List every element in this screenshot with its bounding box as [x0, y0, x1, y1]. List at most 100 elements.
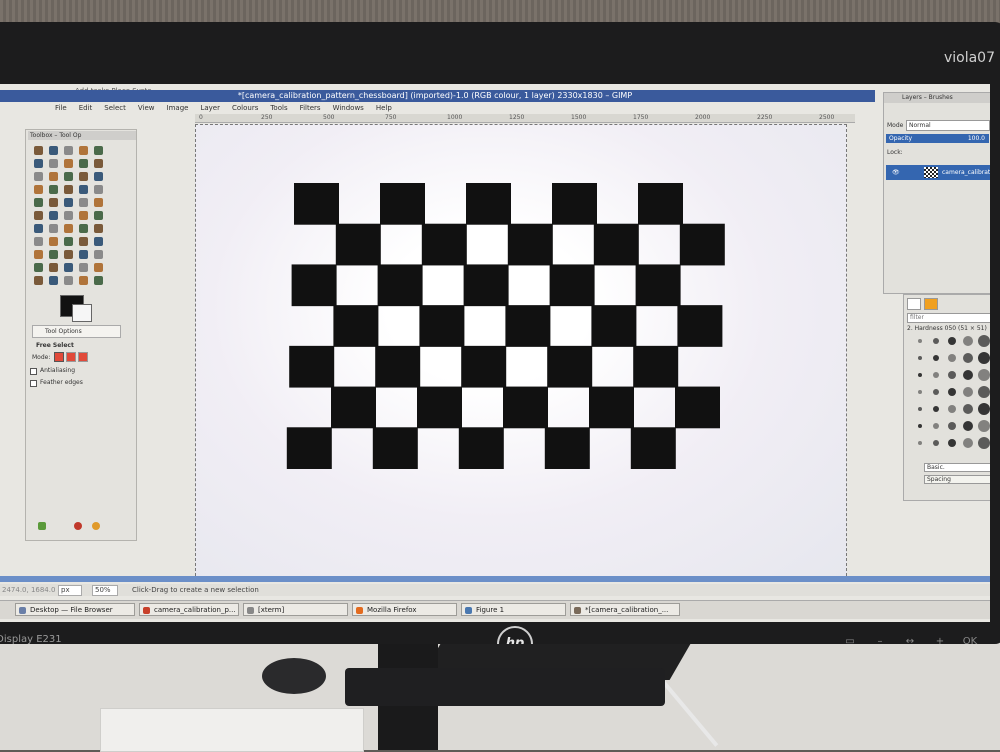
brush-swatch[interactable]	[948, 405, 956, 413]
unit-dropdown[interactable]: px	[58, 585, 82, 596]
tool-icon[interactable]	[79, 250, 88, 259]
tool-icon[interactable]	[34, 198, 43, 207]
brush-swatch[interactable]	[948, 354, 956, 362]
window-title-bar[interactable]: *[camera_calibration_pattern_chessboard]…	[0, 90, 875, 102]
tool-icon[interactable]	[79, 276, 88, 285]
zoom-dropdown[interactable]: 50%	[92, 585, 118, 596]
tool-icon[interactable]	[94, 224, 103, 233]
menu-item-file[interactable]: File	[55, 104, 67, 114]
save-options-icon[interactable]	[38, 522, 46, 530]
brush-swatch[interactable]	[978, 386, 990, 398]
monitor-button[interactable]: –	[870, 636, 890, 647]
brush-category-field[interactable]: Basic.	[924, 463, 990, 472]
tool-icon[interactable]	[79, 146, 88, 155]
patterns-tab-icon[interactable]	[924, 298, 938, 310]
tool-icon[interactable]	[34, 159, 43, 168]
tool-icon[interactable]	[49, 276, 58, 285]
monitor-button[interactable]: OK	[960, 636, 980, 647]
tool-icon[interactable]	[49, 172, 58, 181]
menu-item-view[interactable]: View	[138, 104, 155, 114]
tool-icon[interactable]	[34, 250, 43, 259]
brush-swatch[interactable]	[963, 387, 973, 397]
tool-icon[interactable]	[34, 146, 43, 155]
brush-swatch[interactable]	[918, 441, 922, 445]
brush-swatch[interactable]	[963, 404, 973, 414]
brush-swatch[interactable]	[963, 421, 973, 431]
tool-icon[interactable]	[79, 159, 88, 168]
brush-swatch[interactable]	[918, 407, 922, 411]
tool-icon[interactable]	[34, 237, 43, 246]
tool-icon[interactable]	[34, 172, 43, 181]
tool-icon[interactable]	[79, 211, 88, 220]
brush-swatch[interactable]	[978, 403, 990, 415]
tool-icon[interactable]	[49, 211, 58, 220]
tool-icon[interactable]	[49, 146, 58, 155]
tool-icon[interactable]	[94, 237, 103, 246]
brush-swatch[interactable]	[933, 423, 939, 429]
taskbar-item[interactable]: camera_calibration_p...	[139, 603, 239, 616]
brush-swatch[interactable]	[948, 371, 956, 379]
brush-swatch[interactable]	[948, 388, 956, 396]
taskbar-item[interactable]: *[camera_calibration_...	[570, 603, 680, 616]
replace-mode-icon[interactable]	[54, 352, 64, 362]
brush-swatch[interactable]	[978, 437, 990, 449]
tool-icon[interactable]	[49, 237, 58, 246]
tool-icon[interactable]	[79, 224, 88, 233]
selection-mode-buttons[interactable]	[54, 352, 94, 362]
tool-icon[interactable]	[94, 263, 103, 272]
brush-swatch[interactable]	[948, 337, 956, 345]
opacity-slider[interactable]: Opacity 100.0	[886, 134, 989, 143]
tool-icon[interactable]	[34, 263, 43, 272]
delete-options-icon[interactable]	[74, 522, 82, 530]
brush-swatch[interactable]	[918, 356, 922, 360]
tool-icon[interactable]	[64, 237, 73, 246]
tool-icon[interactable]	[49, 263, 58, 272]
tool-icon[interactable]	[79, 185, 88, 194]
brush-swatch[interactable]	[978, 335, 990, 347]
brush-swatch[interactable]	[963, 353, 973, 363]
tool-icon[interactable]	[94, 185, 103, 194]
brush-swatch[interactable]	[918, 373, 922, 377]
tool-icon[interactable]	[49, 198, 58, 207]
reset-options-icon[interactable]	[92, 522, 100, 530]
tool-icon[interactable]	[94, 159, 103, 168]
monitor-button[interactable]: ↔	[900, 636, 920, 647]
monitor-button[interactable]: ▭	[840, 636, 860, 647]
brush-swatch[interactable]	[933, 355, 939, 361]
tool-icon[interactable]	[34, 276, 43, 285]
tool-icon[interactable]	[94, 172, 103, 181]
tool-icon[interactable]	[64, 211, 73, 220]
taskbar-item[interactable]: Figure 1	[461, 603, 566, 616]
brush-filter-input[interactable]: filter	[907, 313, 990, 323]
brush-swatch[interactable]	[948, 439, 956, 447]
horizontal-scrollbar[interactable]	[0, 576, 990, 582]
subtract-mode-icon[interactable]	[78, 352, 88, 362]
tool-icon[interactable]	[49, 159, 58, 168]
tool-options-tab[interactable]: Tool Options	[32, 325, 121, 338]
brush-swatch[interactable]	[918, 390, 922, 394]
menu-item-layer[interactable]: Layer	[200, 104, 220, 114]
tool-icon[interactable]	[49, 250, 58, 259]
menu-item-windows[interactable]: Windows	[333, 104, 364, 114]
tool-icon[interactable]	[94, 198, 103, 207]
image-canvas[interactable]	[195, 124, 847, 581]
brush-swatch[interactable]	[948, 422, 956, 430]
tool-icon[interactable]	[64, 224, 73, 233]
brush-swatch[interactable]	[933, 338, 939, 344]
tool-icon[interactable]	[94, 211, 103, 220]
taskbar-item[interactable]: Mozilla Firefox	[352, 603, 457, 616]
menu-item-colours[interactable]: Colours	[232, 104, 258, 114]
tool-icon[interactable]	[94, 276, 103, 285]
visibility-eye-icon[interactable]: 👁	[892, 165, 900, 180]
tool-icon[interactable]	[64, 276, 73, 285]
feather-checkbox[interactable]	[30, 380, 37, 387]
brush-swatch[interactable]	[933, 372, 939, 378]
layer-list-item[interactable]: 👁 camera_calibration	[886, 165, 990, 180]
tool-icon[interactable]	[34, 224, 43, 233]
menu-item-select[interactable]: Select	[104, 104, 126, 114]
menu-item-filters[interactable]: Filters	[300, 104, 321, 114]
tool-icon[interactable]	[79, 198, 88, 207]
monitor-button[interactable]: +	[930, 636, 950, 647]
tool-icon[interactable]	[94, 250, 103, 259]
brush-swatch[interactable]	[963, 336, 973, 346]
